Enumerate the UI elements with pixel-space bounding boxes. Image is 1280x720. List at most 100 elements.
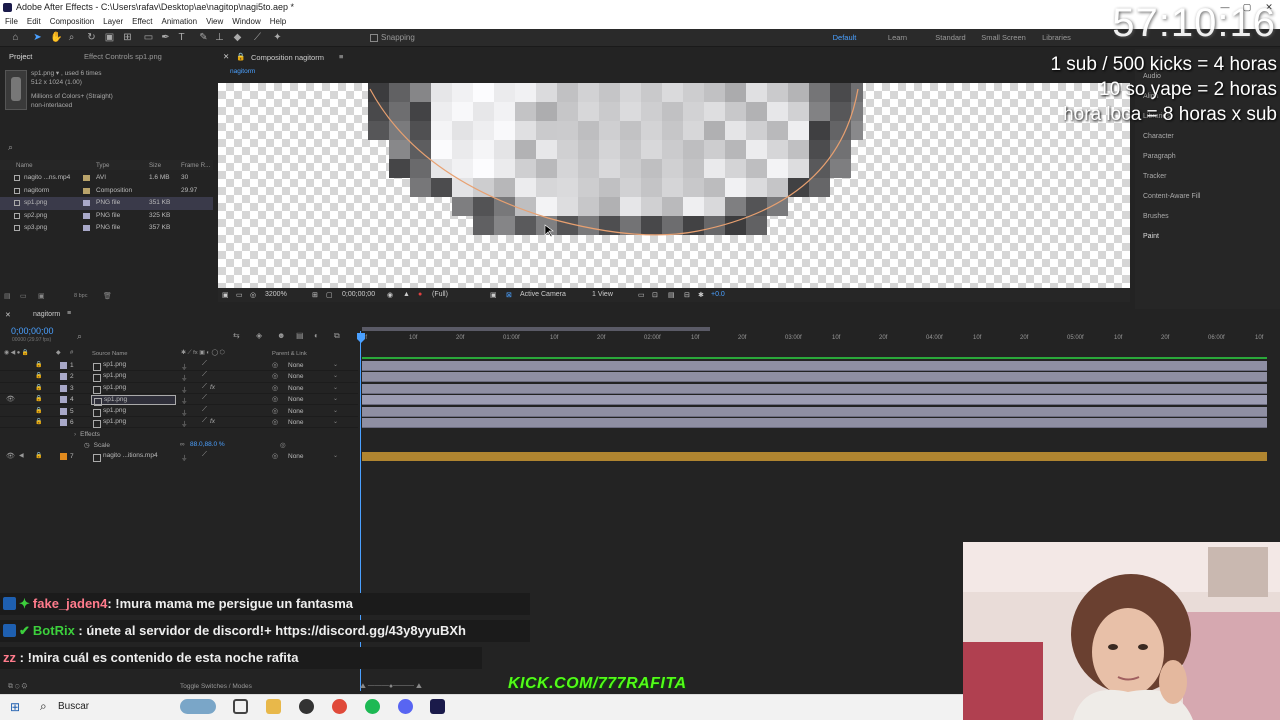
panel-paint[interactable]: Paint	[1143, 233, 1159, 240]
obs-icon[interactable]	[299, 699, 314, 714]
layer-parent[interactable]: None	[288, 408, 304, 415]
effect-switch-icon[interactable]: fx	[210, 384, 215, 391]
layer-name[interactable]: sp1.png	[91, 384, 176, 394]
label-color-swatch[interactable]	[83, 187, 90, 194]
selection-tool-icon[interactable]: ➤	[32, 32, 43, 43]
taskbar-search-input[interactable]: Buscar	[58, 701, 89, 712]
menu-effect[interactable]: Effect	[132, 15, 152, 29]
shy-switch-icon[interactable]: ⏚	[181, 361, 188, 371]
panel-brushes[interactable]: Brushes	[1143, 213, 1169, 220]
magnification-icon[interactable]: ◎	[250, 291, 256, 299]
project-item-row[interactable]: sp3.png PNG file 357 KB	[0, 222, 213, 235]
layer-row-4[interactable]: 👁 🔒 4 sp1.png ⏚ ⟋ ◎ None ⌄	[0, 394, 358, 407]
taskbar-search-icon[interactable]: ⌕	[40, 699, 47, 714]
composition-timecode[interactable]: 0;00;00;00	[342, 291, 375, 298]
col-source-name[interactable]: Source Name	[92, 351, 127, 357]
after-effects-taskbar-icon[interactable]	[430, 699, 445, 714]
snapping-toggle[interactable]: Snapping	[370, 33, 415, 42]
home-icon[interactable]: ⌂	[10, 32, 21, 43]
reset-exposure-icon[interactable]: ✱	[698, 291, 704, 299]
interpret-footage-icon[interactable]: ▤	[4, 292, 11, 300]
transparency-grid-icon[interactable]: ⊠	[506, 291, 512, 299]
effects-group[interactable]: › Effects	[74, 431, 100, 438]
lock-icon[interactable]: 🔒	[35, 395, 42, 402]
shy-switch-icon[interactable]: ⏚	[181, 395, 188, 405]
workspace-libraries[interactable]: Libraries	[1030, 33, 1083, 42]
layer-row-3[interactable]: 🔒 3 sp1.png ⏚ ⟋ fx ◎ None ⌄	[0, 383, 358, 395]
discord-icon[interactable]	[398, 699, 413, 714]
scale-property[interactable]: ◷ Scale	[84, 441, 110, 449]
timeline-search-icon[interactable]: ⌕	[77, 331, 82, 342]
quality-switch-icon[interactable]: ⟋	[202, 371, 207, 379]
lock-icon[interactable]: 🔒	[35, 361, 42, 368]
resolution-dropdown[interactable]: (Full)	[432, 291, 448, 298]
expand-chevron-icon[interactable]: ›	[74, 431, 76, 438]
col-name[interactable]: Name	[16, 162, 33, 169]
layer-name[interactable]: nagito ...itions.mp4	[91, 452, 176, 462]
parent-pickwhip-icon[interactable]: ◎	[272, 372, 278, 380]
menu-window[interactable]: Window	[232, 15, 260, 29]
new-comp-icon[interactable]: ▣	[38, 292, 45, 300]
menu-animation[interactable]: Animation	[161, 15, 197, 29]
layer-parent[interactable]: None	[288, 362, 304, 369]
panel-tracker[interactable]: Tracker	[1143, 173, 1166, 180]
tab-project[interactable]: Project	[9, 52, 32, 61]
label-color-swatch[interactable]	[60, 419, 67, 426]
composition-mini-flowchart-icon[interactable]: ⇆	[233, 331, 240, 340]
layer-name[interactable]: sp1.png	[91, 361, 176, 371]
layer-duration-bar[interactable]	[362, 361, 1267, 371]
visibility-eye-icon[interactable]: 👁	[6, 395, 15, 403]
project-item-row[interactable]: nagitorm Composition 29.97	[0, 185, 213, 198]
layer-row-2[interactable]: 🔒 2 sp1.png ⏚ ⟋ ◎ None ⌄	[0, 371, 358, 383]
shy-layers-icon[interactable]: ☻	[277, 331, 285, 340]
new-folder-icon[interactable]: ▭	[20, 292, 27, 300]
panel-paragraph[interactable]: Paragraph	[1143, 153, 1176, 160]
workspace-small-screen[interactable]: Small Screen	[977, 33, 1030, 42]
snapping-checkbox[interactable]	[370, 33, 378, 42]
chevron-down-icon[interactable]: ⌄	[333, 361, 338, 368]
stopwatch-icon[interactable]: ◷	[84, 442, 90, 449]
shy-switch-icon[interactable]: ⏚	[181, 418, 188, 428]
parent-pickwhip-icon[interactable]: ◎	[272, 452, 278, 460]
layer-row-6[interactable]: 🔒 6 sp1.png ⏚ ⟋ fx ◎ None ⌄	[0, 417, 358, 429]
frame-blending-icon[interactable]: ▤	[296, 331, 304, 340]
zoom-slider-icons[interactable]: ⛰ ━━━●━━━ ⛰	[360, 683, 422, 691]
view-options-icon[interactable]: ▭	[638, 291, 645, 299]
col-frame-rate[interactable]: Frame R...	[181, 162, 210, 169]
workspace-learn[interactable]: Learn	[871, 33, 924, 42]
layer-name[interactable]: sp1.png	[91, 372, 176, 383]
panel-menu-icon[interactable]: ≡	[339, 52, 343, 61]
chevron-down-icon[interactable]: ⌄	[333, 452, 338, 459]
layer-parent[interactable]: None	[288, 419, 304, 426]
region-icon[interactable]: ▭	[236, 291, 243, 299]
composition-viewer[interactable]	[218, 83, 1130, 288]
scale-value[interactable]: 88.0,88.0 %	[190, 441, 225, 448]
quality-switch-icon[interactable]: ⟋	[202, 394, 207, 402]
zoom-dropdown[interactable]: 3200%	[265, 291, 287, 298]
layer-duration-bar[interactable]	[362, 406, 1267, 417]
layer-parent[interactable]: None	[288, 385, 304, 392]
label-color-swatch[interactable]	[83, 212, 90, 219]
col-type[interactable]: Type	[96, 162, 109, 169]
camera-tool-icon[interactable]: ▣	[104, 32, 115, 43]
menu-file[interactable]: File	[5, 15, 18, 29]
menu-help[interactable]: Help	[270, 15, 286, 29]
chevron-down-icon[interactable]: ⌄	[333, 418, 338, 425]
channel-icon[interactable]: ●	[418, 291, 422, 298]
label-color-swatch[interactable]	[83, 200, 90, 207]
zoom-tool-icon[interactable]: ⌕	[66, 32, 77, 43]
chevron-down-icon[interactable]: ⌄	[333, 372, 338, 379]
lock-icon[interactable]: 🔒	[236, 52, 245, 61]
file-explorer-icon[interactable]	[266, 699, 281, 714]
snapshot-icon[interactable]: ◉	[387, 291, 393, 299]
quality-switch-icon[interactable]: ⟋	[202, 383, 207, 391]
bpc-label[interactable]: 8 bpc	[74, 293, 87, 299]
show-snapshot-icon[interactable]: ▲	[403, 291, 410, 298]
fast-preview-icon[interactable]: ▣	[490, 291, 497, 299]
chrome-icon[interactable]	[332, 699, 347, 714]
label-color-swatch[interactable]	[83, 225, 90, 232]
layer-duration-bar[interactable]	[362, 372, 1267, 383]
brush-tool-icon[interactable]: ✎	[198, 32, 209, 43]
tab-timeline[interactable]: nagitorm	[33, 311, 60, 318]
mask-visibility-icon[interactable]: ▢	[326, 291, 333, 299]
